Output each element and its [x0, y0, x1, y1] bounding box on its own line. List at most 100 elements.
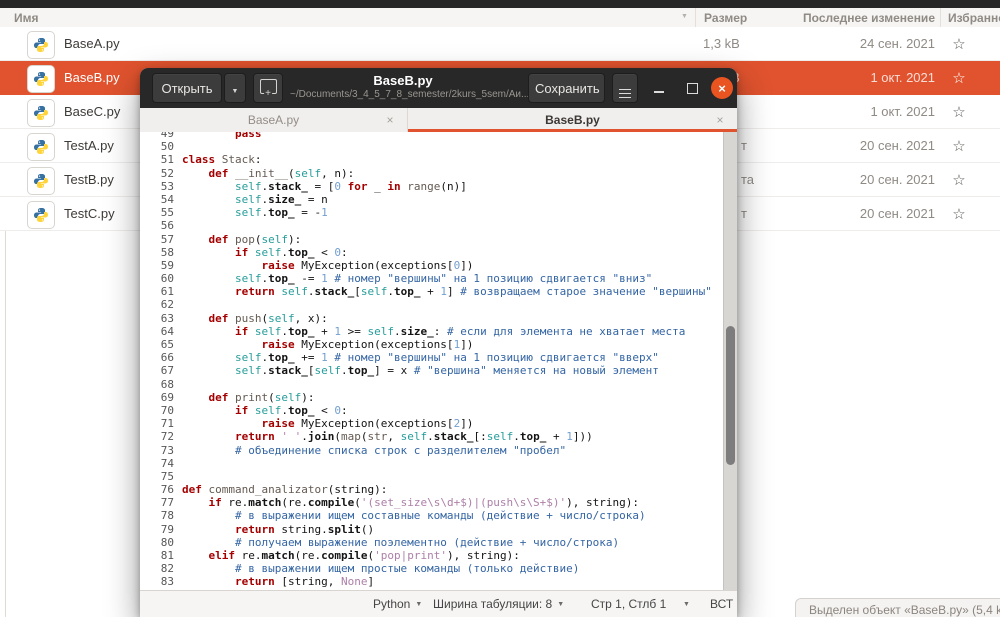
- file-modified-date: 1 окт. 2021: [760, 70, 935, 85]
- chevron-down-icon: ▼: [683, 601, 690, 608]
- save-button[interactable]: Сохранить: [528, 73, 605, 103]
- code-line: 56: [140, 219, 724, 232]
- minimize-button[interactable]: [648, 77, 670, 99]
- tab-close-button[interactable]: ×: [381, 111, 399, 129]
- new-document-button[interactable]: +: [253, 73, 283, 103]
- star-button[interactable]: ☆: [946, 201, 972, 227]
- scrollbar-thumb[interactable]: [726, 326, 735, 465]
- code-line: 57 def pop(self):: [140, 233, 724, 246]
- star-button[interactable]: ☆: [946, 31, 972, 57]
- code-line: 55 self.top_ = -1: [140, 206, 724, 219]
- code-line: 75: [140, 470, 724, 483]
- line-number: 58: [140, 246, 182, 259]
- code-line: 61 return self.stack_[self.top_ + 1] # в…: [140, 285, 724, 298]
- python-file-icon: [27, 65, 55, 93]
- line-number: 52: [140, 167, 182, 180]
- star-button[interactable]: ☆: [946, 167, 972, 193]
- line-number: 61: [140, 285, 182, 298]
- file-row[interactable]: BaseA.py 1,3 kB 24 сен. 2021 ☆: [0, 27, 1000, 61]
- maximize-button[interactable]: [681, 77, 703, 99]
- close-icon: ×: [718, 82, 726, 95]
- line-number: 49: [140, 132, 182, 140]
- code-line: 74: [140, 457, 724, 470]
- code-line: 59 raise MyException(exceptions[0]): [140, 259, 724, 272]
- code-line: 65 raise MyException(exceptions[1]): [140, 338, 724, 351]
- editor-headerbar[interactable]: Открыть ▼ + BaseB.py ~/Documents/3_4_5_7…: [140, 68, 737, 108]
- code-area[interactable]: 49 pass5051class Stack:52 def __init__(s…: [140, 132, 737, 590]
- code-line: 70 if self.top_ < 0:: [140, 404, 724, 417]
- star-button[interactable]: ☆: [946, 99, 972, 125]
- line-number: 76: [140, 483, 182, 496]
- code-line: 72 return ' '.join(map(str, self.stack_[…: [140, 430, 724, 443]
- code-line: 82 # в выражении ищем простые команды (т…: [140, 562, 724, 575]
- new-document-icon: +: [260, 79, 277, 94]
- line-number: 77: [140, 496, 182, 509]
- column-header-size[interactable]: Размер: [704, 11, 747, 25]
- window-title-block: BaseB.py ~/Documents/3_4_5_7_8_semester/…: [290, 73, 516, 100]
- open-button[interactable]: Открыть: [152, 73, 222, 103]
- file-size-fragment: т: [741, 206, 747, 221]
- line-number: 81: [140, 549, 182, 562]
- open-dropdown-button[interactable]: ▼: [224, 73, 246, 103]
- code-line: 62: [140, 298, 724, 311]
- column-header-modified[interactable]: Последнее изменение: [760, 11, 935, 25]
- close-icon: ×: [716, 113, 723, 127]
- code-line: 77 if re.match(re.compile('(set_size\s\d…: [140, 496, 724, 509]
- tab-close-button[interactable]: ×: [711, 111, 729, 129]
- python-file-icon: [27, 167, 55, 195]
- line-number: 63: [140, 312, 182, 325]
- tab-width-selector[interactable]: Ширина табуляции: 8▼: [433, 591, 564, 617]
- code-line: 78 # в выражении ищем составные команды …: [140, 509, 724, 522]
- line-number: 75: [140, 470, 182, 483]
- code-line: 83 return [string, None]: [140, 575, 724, 588]
- column-header-name[interactable]: Имя: [14, 11, 39, 25]
- sort-descending-icon: ▼: [681, 13, 688, 20]
- code-line: 67 self.stack_[self.top_] = x # "вершина…: [140, 364, 724, 377]
- code-line: 71 raise MyException(exceptions[2]): [140, 417, 724, 430]
- tab-label: BaseA.py: [248, 113, 299, 127]
- code-line: 51class Stack:: [140, 153, 724, 166]
- line-number: 71: [140, 417, 182, 430]
- file-name: BaseC.py: [64, 104, 120, 119]
- line-number: 59: [140, 259, 182, 272]
- editor-statusbar: Python▼ Ширина табуляции: 8▼ Стр 1, Стлб…: [140, 590, 737, 617]
- column-header-starred[interactable]: Избранное: [948, 11, 1000, 25]
- line-number: 68: [140, 378, 182, 391]
- window-top-strip: [0, 0, 1000, 8]
- code-line: 81 elif re.match(re.compile('pop|print')…: [140, 549, 724, 562]
- editor-scrollbar[interactable]: [723, 132, 737, 590]
- code-line: 50: [140, 140, 724, 153]
- code-line: 64 if self.top_ + 1 >= self.size_: # есл…: [140, 325, 724, 338]
- insert-mode-label: ВСТ: [710, 597, 733, 611]
- file-name: TestB.py: [64, 172, 114, 187]
- line-number: 55: [140, 206, 182, 219]
- language-label: Python: [373, 597, 410, 611]
- hamburger-icon: [619, 89, 631, 99]
- line-number: 57: [140, 233, 182, 246]
- editor-tab[interactable]: BaseB.py ×: [408, 108, 737, 132]
- close-button[interactable]: ×: [711, 77, 733, 99]
- hamburger-menu-button[interactable]: [612, 73, 638, 103]
- line-number: 53: [140, 180, 182, 193]
- gedit-window: Открыть ▼ + BaseB.py ~/Documents/3_4_5_7…: [140, 68, 737, 616]
- insert-mode-indicator[interactable]: ВСТ: [710, 591, 733, 617]
- line-number: 51: [140, 153, 182, 166]
- line-number: 66: [140, 351, 182, 364]
- cursor-position-indicator[interactable]: Стр 1, Стлб 1: [591, 591, 666, 617]
- editor-tab[interactable]: BaseA.py ×: [140, 108, 408, 132]
- line-number: 67: [140, 364, 182, 377]
- line-number: 56: [140, 219, 182, 232]
- line-number: 62: [140, 298, 182, 311]
- language-selector[interactable]: Python▼: [373, 591, 422, 617]
- star-button[interactable]: ☆: [946, 133, 972, 159]
- line-number: 54: [140, 193, 182, 206]
- code-line: 66 self.top_ += 1 # номер "вершины" на 1…: [140, 351, 724, 364]
- line-number: 80: [140, 536, 182, 549]
- line-number: 73: [140, 444, 182, 457]
- code-lines: 49 pass5051class Stack:52 def __init__(s…: [140, 132, 724, 590]
- file-modified-date: 20 сен. 2021: [760, 138, 935, 153]
- code-line: 58 if self.top_ < 0:: [140, 246, 724, 259]
- star-button[interactable]: ☆: [946, 65, 972, 91]
- goto-line-dropdown[interactable]: ▼: [683, 591, 690, 617]
- cursor-position-label: Стр 1, Стлб 1: [591, 597, 666, 611]
